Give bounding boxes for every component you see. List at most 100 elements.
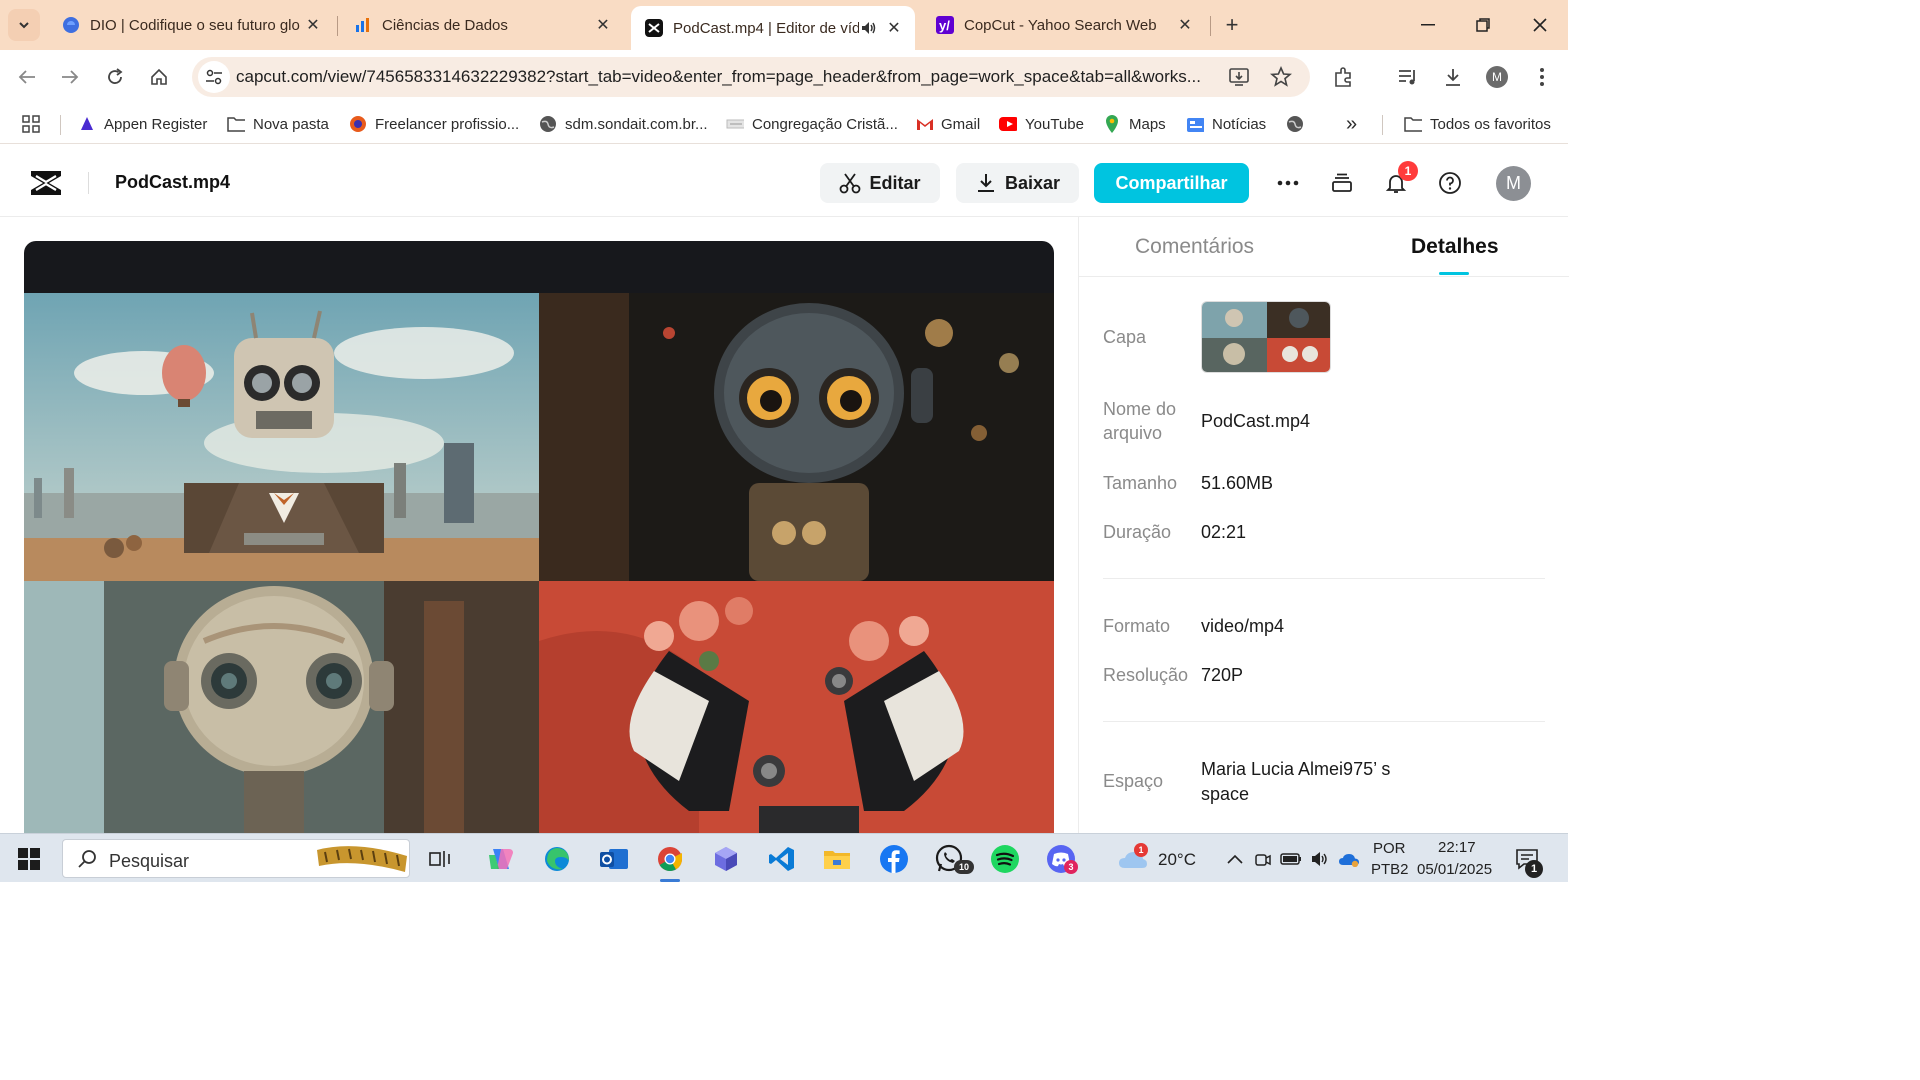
tab-comentarios[interactable]: Comentários	[1135, 235, 1254, 259]
reload-button[interactable]	[101, 63, 129, 91]
video-quadrant-dapper-robot	[24, 293, 539, 581]
tab-search-button[interactable]	[8, 9, 40, 41]
close-window-button[interactable]	[1526, 12, 1554, 38]
extensions-icon[interactable]	[1330, 63, 1358, 91]
capcut-logo[interactable]	[28, 168, 64, 198]
start-button[interactable]	[12, 842, 46, 876]
bookmark-nova-pasta[interactable]: Nova pasta	[227, 112, 329, 136]
outlook-app[interactable]	[597, 842, 631, 876]
clock-time[interactable]: 22:17	[1438, 839, 1476, 856]
outlook-icon	[600, 849, 628, 869]
bookmark-star-icon[interactable]	[1269, 65, 1293, 89]
bookmark-label: Notícias	[1212, 115, 1267, 133]
new-tab-button[interactable]: +	[1220, 12, 1244, 37]
bookmark-label: Todos os favoritos	[1430, 115, 1551, 133]
layers-icon[interactable]	[1328, 169, 1356, 197]
bookmark-label: Appen Register	[104, 115, 208, 133]
file-explorer-app[interactable]	[820, 842, 854, 876]
vscode-icon	[769, 847, 794, 871]
restore-button[interactable]	[1469, 12, 1497, 38]
video-player[interactable]	[24, 241, 1054, 836]
chrome-app[interactable]	[653, 842, 687, 882]
arrow-right-icon	[62, 70, 79, 84]
apps-grid-icon	[22, 115, 40, 133]
more-options-icon[interactable]	[1274, 169, 1302, 197]
edit-button[interactable]: Editar	[820, 163, 940, 203]
clock-date[interactable]: 05/01/2025	[1417, 861, 1492, 878]
user-avatar[interactable]: M	[1496, 166, 1531, 201]
avatar: M	[1486, 66, 1508, 88]
home-button[interactable]	[145, 63, 173, 91]
onedrive-icon[interactable]	[1332, 842, 1366, 876]
bookmark-divider	[60, 115, 61, 135]
chrome-icon	[658, 847, 682, 872]
url-text[interactable]: capcut.com/view/7456583314632229382?star…	[236, 67, 1216, 87]
youtube-icon	[999, 115, 1017, 133]
tab-title: CopCut - Yahoo Search Web	[964, 16, 1157, 34]
bookmark-noticias[interactable]: Notícias	[1186, 112, 1266, 136]
bookmark-youtube[interactable]: YouTube	[999, 112, 1084, 136]
language-bottom[interactable]: PTB2	[1371, 861, 1409, 878]
browser-tab-dio[interactable]: DIO | Codifique o seu futuro glo ✕	[48, 6, 334, 44]
cover-thumbnail[interactable]	[1201, 301, 1331, 373]
all-bookmarks-folder[interactable]: Todos os favoritos	[1404, 112, 1551, 136]
language-top[interactable]: POR	[1373, 840, 1406, 857]
bookmark-label: Nova pasta	[253, 115, 329, 133]
bookmark-maps[interactable]: Maps	[1103, 112, 1166, 136]
browser-tab-yahoo[interactable]: y/ CopCut - Yahoo Search Web ✕	[922, 6, 1206, 44]
profile-button[interactable]: M	[1483, 63, 1511, 91]
tab-divider	[1210, 16, 1211, 36]
more-bookmarks-button[interactable]: »	[1346, 112, 1357, 136]
bookmark-congregacao[interactable]: Congregação Cristã...	[726, 112, 898, 136]
vscode-app[interactable]	[765, 842, 799, 876]
capcut-icon	[645, 19, 663, 37]
back-button[interactable]	[13, 63, 41, 91]
install-app-icon[interactable]	[1228, 65, 1252, 89]
file-title: PodCast.mp4	[115, 172, 231, 192]
weather-temp[interactable]: 20°C	[1158, 850, 1196, 870]
taskbar-search[interactable]: Pesquisar	[62, 839, 410, 878]
copilot-app[interactable]	[484, 842, 518, 876]
site-info-button[interactable]	[198, 61, 230, 93]
apps-button[interactable]	[22, 112, 48, 136]
share-button[interactable]: Compartilhar	[1094, 163, 1249, 203]
facebook-app[interactable]	[877, 842, 911, 876]
media-control-icon[interactable]	[1394, 63, 1422, 91]
tab-detalhes[interactable]: Detalhes	[1411, 235, 1499, 259]
bookmark-gmail[interactable]: Gmail	[915, 112, 980, 136]
duration-label: Duração	[1103, 522, 1172, 542]
help-icon[interactable]	[1436, 169, 1464, 197]
task-view-button[interactable]	[423, 842, 457, 876]
close-icon[interactable]: ✕	[883, 17, 905, 39]
reload-icon	[108, 68, 123, 84]
bookmark-appen[interactable]: Appen Register	[78, 112, 207, 136]
bookmark-globe[interactable]	[1286, 112, 1312, 136]
weather-badge: 1	[1134, 843, 1148, 857]
address-bar[interactable]: capcut.com/view/7456583314632229382?star…	[192, 57, 1310, 97]
yahoo-icon: y/	[936, 16, 954, 34]
box-app[interactable]	[709, 842, 743, 876]
film-strip-icon	[317, 846, 407, 872]
browser-tab-ciencias[interactable]: Ciências de Dados ✕	[340, 6, 624, 44]
edge-app[interactable]	[540, 842, 574, 876]
search-icon	[78, 850, 96, 868]
spotify-app[interactable]	[988, 842, 1022, 876]
share-label: Compartilhar	[1115, 172, 1228, 193]
windows-icon	[18, 848, 40, 870]
bookmark-sdm[interactable]: sdm.sondait.com.br...	[539, 112, 708, 136]
browser-tab-podcast[interactable]: PodCast.mp4 | Editor de víd ✕	[631, 6, 915, 50]
close-icon[interactable]: ✕	[592, 14, 614, 36]
minimize-button[interactable]	[1414, 12, 1442, 38]
active-tab-indicator	[1439, 272, 1469, 275]
close-icon[interactable]: ✕	[1174, 14, 1196, 36]
downloads-icon[interactable]	[1439, 63, 1467, 91]
close-icon[interactable]: ✕	[302, 14, 324, 36]
forward-button[interactable]	[56, 63, 84, 91]
maps-icon	[1103, 115, 1121, 133]
bookmark-freelancer[interactable]: Freelancer profissio...	[349, 112, 519, 136]
scissors-icon	[840, 173, 861, 194]
speaker-icon[interactable]	[859, 21, 879, 35]
download-button[interactable]: Baixar	[956, 163, 1079, 203]
browser-menu-icon[interactable]	[1528, 63, 1556, 91]
panel-tabs: Comentários Detalhes	[1079, 217, 1569, 277]
